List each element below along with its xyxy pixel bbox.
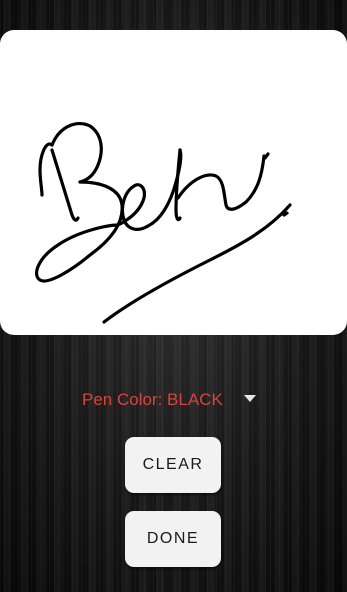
done-button[interactable]: DONE [125, 511, 221, 567]
signature-drawing [35, 122, 292, 324]
clear-button[interactable]: CLEAR [125, 437, 221, 493]
dropdown-arrow-icon [244, 395, 256, 402]
pen-color-dropdown[interactable]: Pen Color: BLACK [70, 382, 270, 416]
pen-color-label: Pen Color: BLACK [82, 390, 223, 409]
signature-canvas[interactable] [0, 30, 347, 335]
